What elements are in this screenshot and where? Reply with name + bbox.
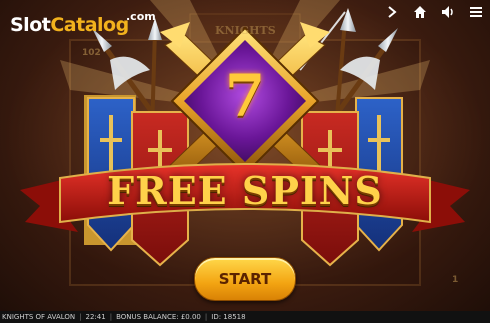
background-title: KNIGHTS bbox=[215, 24, 276, 37]
start-button[interactable]: START bbox=[194, 257, 296, 301]
start-button-label: START bbox=[218, 270, 272, 288]
watermark-brand-part1: Slot bbox=[10, 14, 51, 36]
home-icon[interactable] bbox=[412, 4, 428, 20]
status-bar: KNIGHTS OF AVALON | 22:41 | BONUS BALANCE: £… bbox=[0, 311, 490, 323]
status-separator: | bbox=[79, 313, 82, 321]
watermark-brand: SlotCatalog bbox=[10, 14, 129, 36]
watermark-suffix: .com bbox=[126, 10, 156, 23]
watermark-brand-part2: Catalog bbox=[50, 14, 129, 36]
status-bonus-balance: BONUS BALANCE: £0.00 bbox=[116, 313, 201, 321]
status-id: ID: 18518 bbox=[211, 313, 246, 321]
status-time: 22:41 bbox=[85, 313, 106, 321]
menu-icon[interactable] bbox=[468, 4, 484, 20]
background-number-left: 102 bbox=[82, 48, 101, 58]
status-game-name: KNIGHTS OF AVALON bbox=[2, 313, 76, 321]
speaker-icon[interactable] bbox=[440, 4, 456, 20]
free-spins-title: FREE SPINS bbox=[107, 168, 383, 213]
top-toolbar bbox=[384, 4, 484, 20]
background-number-right: 1 bbox=[452, 275, 459, 285]
chevron-right-icon[interactable] bbox=[384, 4, 400, 20]
free-spins-count: 7 bbox=[224, 62, 266, 130]
